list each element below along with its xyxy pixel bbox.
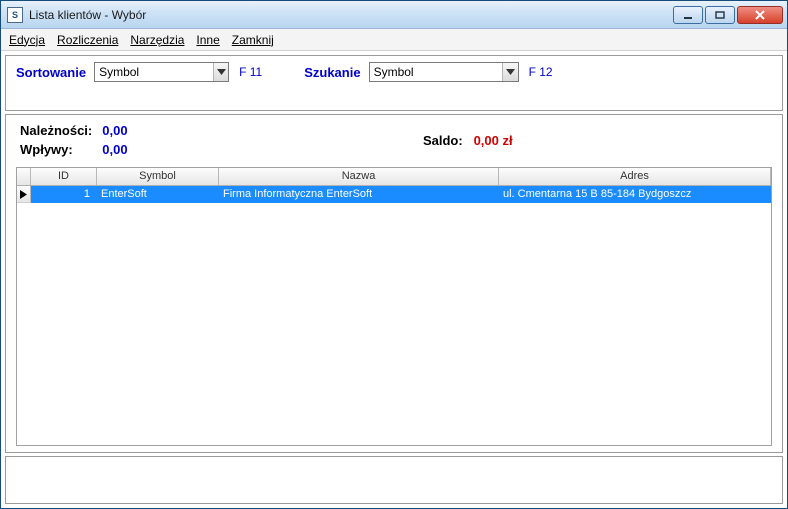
minimize-button[interactable] [673, 6, 703, 24]
search-label: Szukanie [304, 65, 360, 80]
naleznosci-label: Należności: [20, 123, 92, 138]
col-header-id[interactable]: ID [31, 168, 97, 185]
chevron-down-icon [217, 69, 226, 75]
close-icon [754, 10, 766, 20]
sort-dropdown-button[interactable] [213, 63, 228, 81]
close-button[interactable] [737, 6, 783, 24]
maximize-button[interactable] [705, 6, 735, 24]
minimize-icon [683, 11, 693, 19]
search-input[interactable] [370, 63, 503, 81]
row-pointer-icon [20, 190, 27, 199]
naleznosci-value: 0,00 [102, 123, 127, 138]
search-combo[interactable] [369, 62, 519, 82]
sort-input[interactable] [95, 63, 213, 81]
col-header-symbol[interactable]: Symbol [97, 168, 219, 185]
search-dropdown-button[interactable] [502, 63, 517, 81]
sort-label: Sortowanie [16, 65, 86, 80]
clients-grid[interactable]: ID Symbol Nazwa Adres 1 EnterSoft Firma … [16, 167, 772, 446]
filter-panel: Sortowanie F 11 Szukanie F 12 [5, 55, 783, 111]
sort-combo[interactable] [94, 62, 229, 82]
app-icon: S [7, 7, 23, 23]
col-header-adres[interactable]: Adres [499, 168, 771, 185]
window-title: Lista klientów - Wybór [29, 8, 146, 22]
wplywy-label: Wpływy: [20, 142, 92, 157]
main-panel: Należności: 0,00 Wpływy: 0,00 Saldo: 0,0… [5, 114, 783, 453]
cell-symbol[interactable]: EnterSoft [97, 186, 219, 203]
chevron-down-icon [506, 69, 515, 75]
titlebar[interactable]: S Lista klientów - Wybór [1, 1, 787, 29]
grid-body[interactable]: 1 EnterSoft Firma Informatyczna EnterSof… [17, 186, 771, 445]
menu-inne[interactable]: Inne [196, 33, 219, 47]
bottom-panel [5, 456, 783, 504]
menu-edycja[interactable]: Edycja [9, 33, 45, 47]
summary-row: Należności: 0,00 Wpływy: 0,00 Saldo: 0,0… [16, 119, 772, 167]
sort-shortcut: F 11 [239, 65, 262, 79]
app-window: S Lista klientów - Wybór Edycja Rozlicze… [0, 0, 788, 509]
menu-zamknij[interactable]: Zamknij [232, 33, 274, 47]
cell-nazwa[interactable]: Firma Informatyczna EnterSoft [219, 186, 499, 203]
wplywy-value: 0,00 [102, 142, 127, 157]
search-shortcut: F 12 [529, 65, 553, 79]
cell-adres[interactable]: ul. Cmentarna 15 B 85-184 Bydgoszcz [499, 186, 771, 203]
saldo-label: Saldo: [423, 133, 463, 148]
cell-id[interactable]: 1 [31, 186, 97, 203]
saldo-value: 0,00 zł [474, 133, 513, 148]
table-row[interactable]: 1 EnterSoft Firma Informatyczna EnterSof… [17, 186, 771, 203]
row-indicator-header [17, 168, 31, 185]
menubar: Edycja Rozliczenia Narzędzia Inne Zamkni… [1, 29, 787, 51]
grid-header: ID Symbol Nazwa Adres [17, 168, 771, 186]
menu-narzedzia[interactable]: Narzędzia [130, 33, 184, 47]
menu-rozliczenia[interactable]: Rozliczenia [57, 33, 118, 47]
maximize-icon [715, 11, 725, 19]
col-header-nazwa[interactable]: Nazwa [219, 168, 499, 185]
current-row-indicator [17, 186, 31, 203]
